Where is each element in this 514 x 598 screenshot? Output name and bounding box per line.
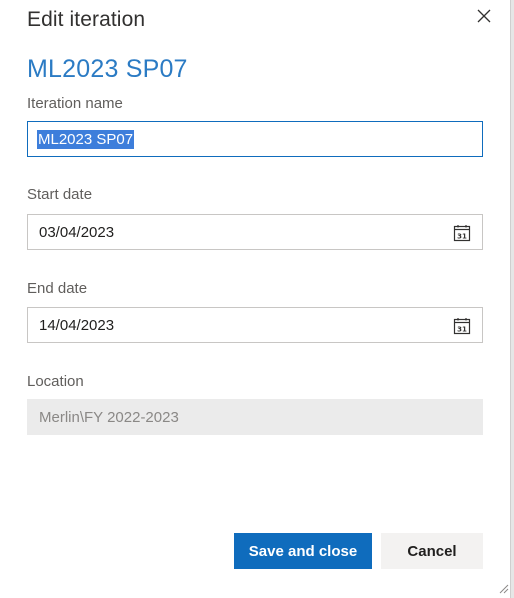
calendar-icon: 31 [453,318,471,335]
location-label: Location [27,373,84,390]
end-date-value: 14/04/2023 [39,316,115,334]
iteration-name-value: ML2023 SP07 [37,129,135,149]
calendar-icon: 31 [453,225,471,242]
resize-grip-icon[interactable] [497,582,509,594]
start-date-value: 03/04/2023 [39,223,115,241]
start-date-calendar-button[interactable]: 31 [453,224,471,242]
close-icon [477,9,491,23]
cancel-button[interactable]: Cancel [381,533,483,569]
edit-iteration-dialog: Edit iteration ML2023 SP07 Iteration nam… [0,0,514,598]
window-edge [510,0,514,598]
dialog-title: Edit iteration [27,8,146,31]
start-date-input[interactable]: 03/04/2023 31 [27,214,483,250]
end-date-calendar-button[interactable]: 31 [453,317,471,335]
start-date-label: Start date [27,186,93,203]
end-date-label: End date [27,280,88,297]
location-input: Merlin\FY 2022-2023 [27,399,483,435]
close-button[interactable] [474,6,494,26]
iteration-name-label: Iteration name [27,95,123,112]
location-value: Merlin\FY 2022-2023 [39,408,179,426]
iteration-name-input[interactable]: ML2023 SP07 [27,121,483,157]
calendar-icon-day: 31 [457,326,467,334]
calendar-icon-day: 31 [457,233,467,241]
end-date-input[interactable]: 14/04/2023 31 [27,307,483,343]
iteration-heading: ML2023 SP07 [27,55,188,83]
save-and-close-button[interactable]: Save and close [234,533,372,569]
